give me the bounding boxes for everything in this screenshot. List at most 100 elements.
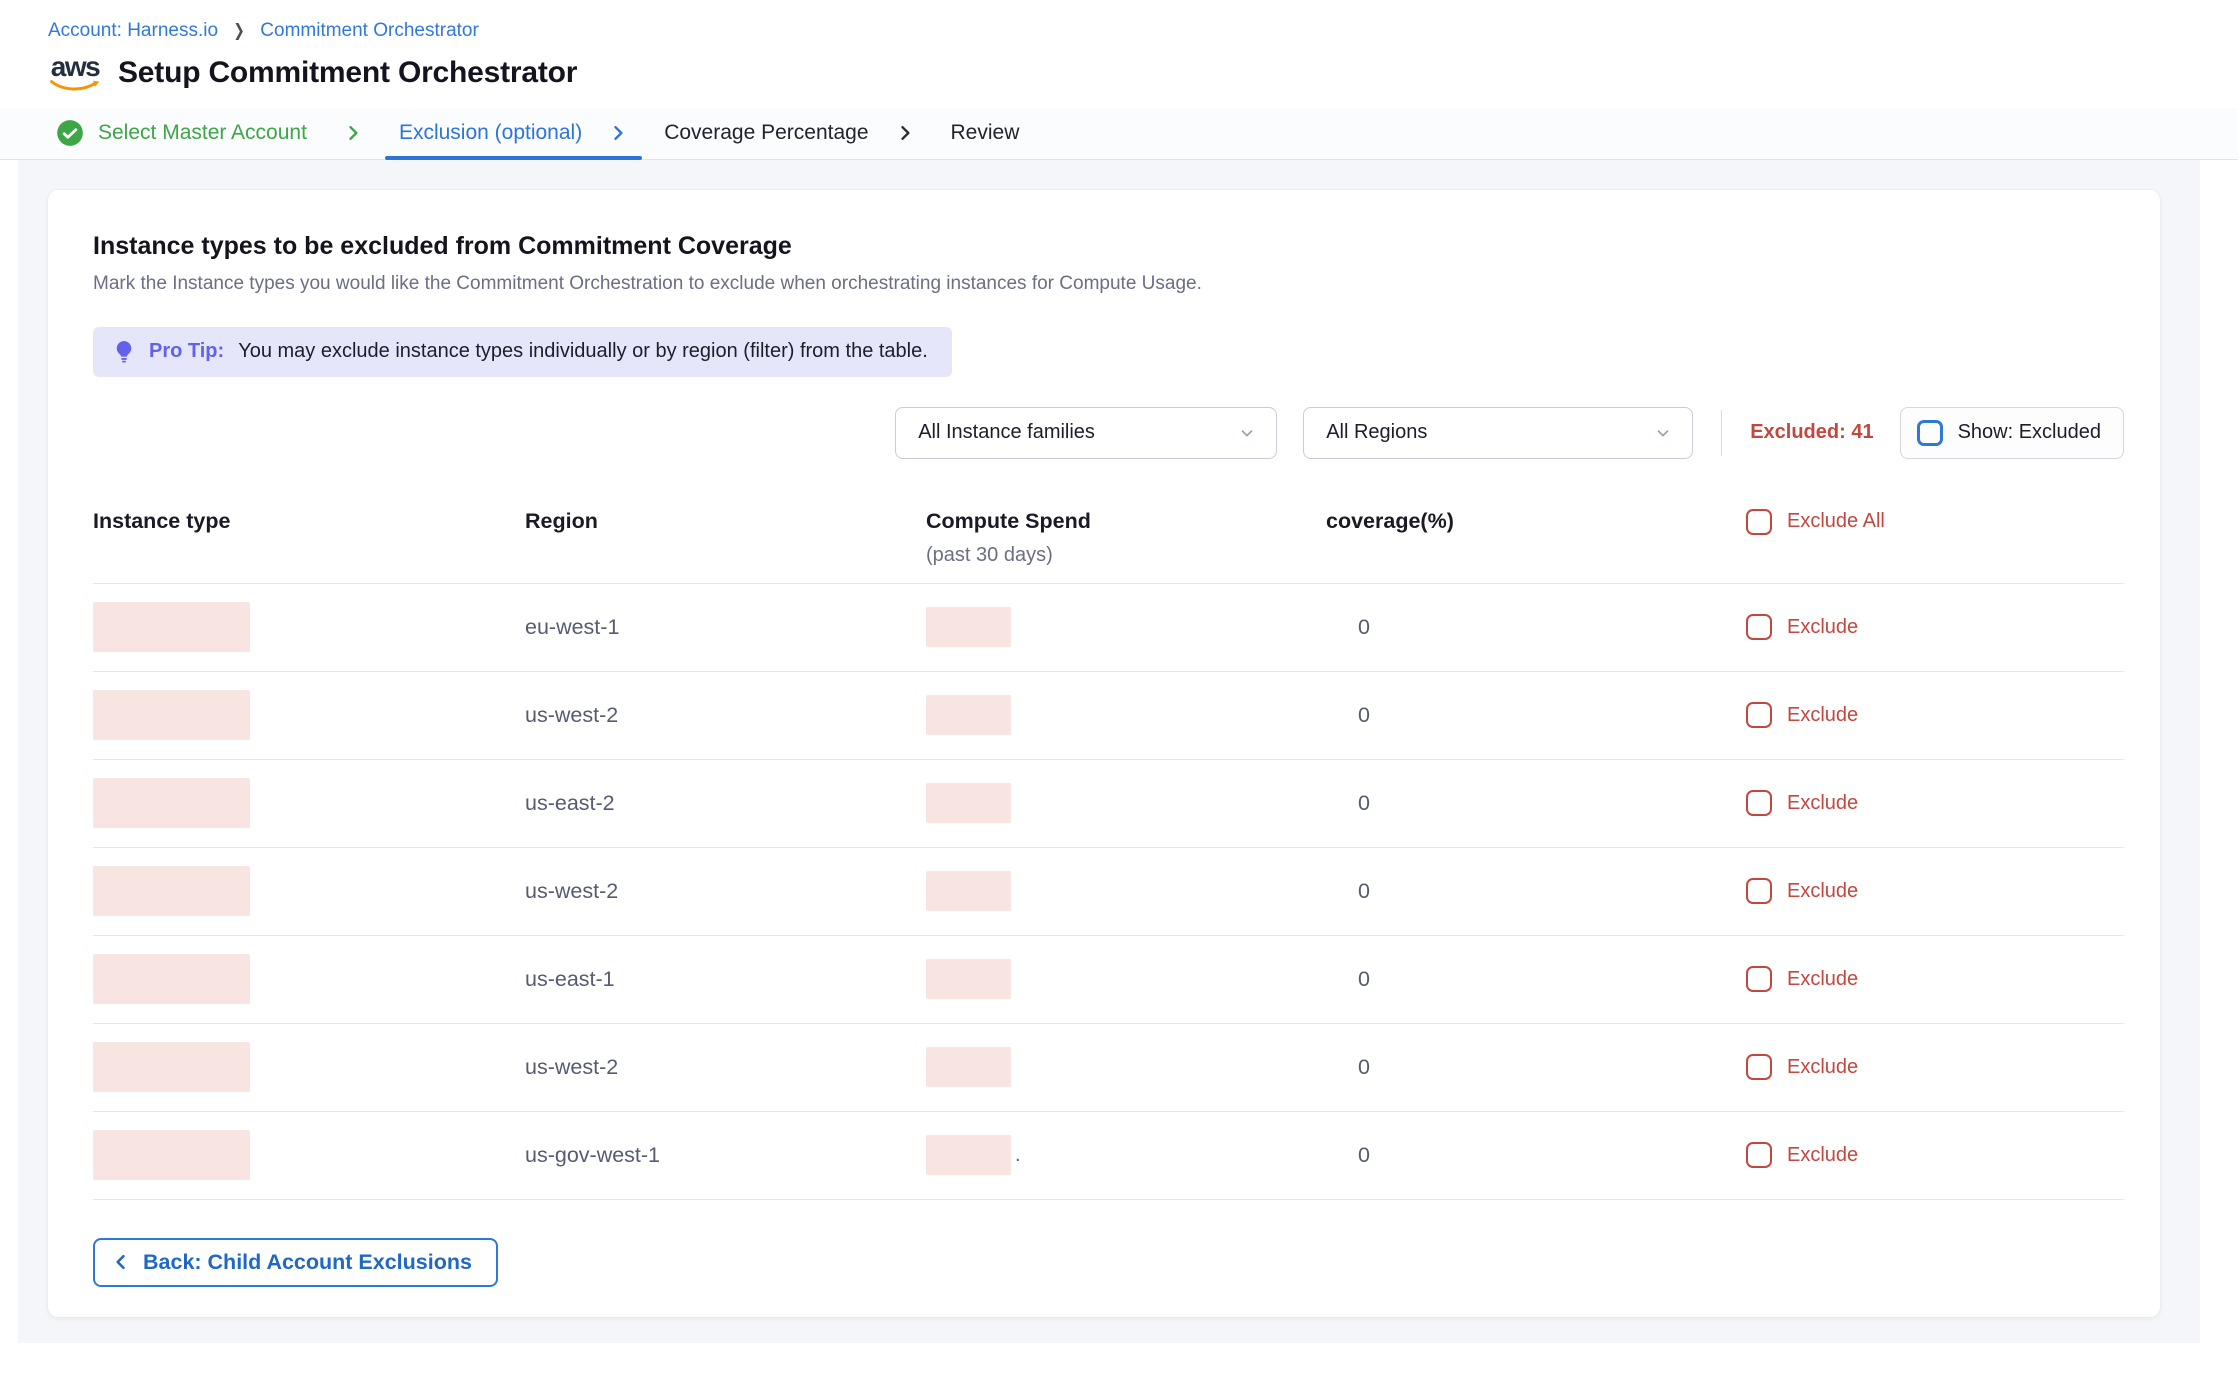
coverage-value: 0 xyxy=(1326,1055,1746,1080)
chevron-right-icon xyxy=(343,123,363,143)
exclude-checkbox[interactable] xyxy=(1746,1142,1772,1168)
exclude-checkbox[interactable] xyxy=(1746,702,1772,728)
redacted-instance-type xyxy=(93,778,250,828)
region-value: us-west-2 xyxy=(513,1055,926,1080)
region-value: us-west-2 xyxy=(513,703,926,728)
redacted-instance-type xyxy=(93,866,250,916)
region-value: us-east-1 xyxy=(513,967,926,992)
exclude-label[interactable]: Exclude xyxy=(1787,704,1858,727)
region-select[interactable]: All Regions xyxy=(1303,407,1693,459)
region-value: eu-west-1 xyxy=(513,615,926,640)
excluded-count-badge: Excluded: 41 xyxy=(1750,421,1873,444)
redacted-instance-type xyxy=(93,1042,250,1092)
redacted-compute-spend xyxy=(926,959,1011,999)
region-value: us-west-2 xyxy=(513,879,926,904)
instance-family-select[interactable]: All Instance families xyxy=(895,407,1277,459)
region-select-value: All Regions xyxy=(1326,421,1427,444)
table-row: us-gov-west-1 . 0 Exclude xyxy=(93,1112,2124,1200)
step-review[interactable]: Review xyxy=(933,108,1038,159)
exclude-all-checkbox[interactable] xyxy=(1746,509,1772,535)
exclude-checkbox[interactable] xyxy=(1746,878,1772,904)
exclude-label[interactable]: Exclude xyxy=(1787,968,1858,991)
exclude-all-label[interactable]: Exclude All xyxy=(1787,510,1885,533)
coverage-value: 0 xyxy=(1326,615,1746,640)
chevron-right-icon xyxy=(895,123,915,143)
chevron-left-icon xyxy=(111,1252,131,1272)
exclude-checkbox[interactable] xyxy=(1746,1054,1772,1080)
coverage-value: 0 xyxy=(1326,879,1746,904)
aws-logo-text: aws xyxy=(51,55,99,79)
spend-note: . xyxy=(1015,1144,1021,1167)
show-excluded-label: Show: Excluded xyxy=(1958,421,2101,444)
back-button-label: Back: Child Account Exclusions xyxy=(143,1250,472,1275)
filter-divider xyxy=(1721,410,1722,456)
col-header-compute-spend-sub: (past 30 days) xyxy=(926,544,1326,567)
col-header-compute-spend: Compute Spend xyxy=(926,509,1326,534)
chevron-down-icon xyxy=(1238,424,1256,442)
content-area: Instance types to be excluded from Commi… xyxy=(18,160,2200,1343)
breadcrumb: Account: Harness.io ❯ Commitment Orchest… xyxy=(48,20,2190,42)
coverage-value: 0 xyxy=(1326,967,1746,992)
col-header-exclude-all: Exclude All xyxy=(1746,509,2124,535)
col-header-region: Region xyxy=(513,509,926,534)
step-label: Select Master Account xyxy=(98,121,307,145)
exclude-label[interactable]: Exclude xyxy=(1787,1144,1858,1167)
redacted-compute-spend xyxy=(926,695,1011,735)
back-button[interactable]: Back: Child Account Exclusions xyxy=(93,1238,498,1287)
aws-smile-icon xyxy=(49,79,101,92)
aws-logo-icon: aws xyxy=(48,55,102,92)
card-subheading: Mark the Instance types you would like t… xyxy=(93,273,2124,295)
redacted-compute-spend xyxy=(926,607,1011,647)
setup-stepper: Select Master Account Exclusion (optiona… xyxy=(0,108,2238,160)
exclude-checkbox[interactable] xyxy=(1746,790,1772,816)
redacted-compute-spend xyxy=(926,871,1011,911)
chevron-down-icon xyxy=(1654,424,1672,442)
region-value: us-east-2 xyxy=(513,791,926,816)
show-excluded-checkbox[interactable] xyxy=(1917,420,1943,446)
show-excluded-toggle[interactable]: Show: Excluded xyxy=(1900,407,2124,459)
step-label: Exclusion (optional) xyxy=(399,121,582,145)
step-label: Coverage Percentage xyxy=(664,121,868,145)
table-row: us-west-2 0 Exclude xyxy=(93,848,2124,936)
table-row: us-east-2 0 Exclude xyxy=(93,760,2124,848)
coverage-value: 0 xyxy=(1326,703,1746,728)
col-header-instance-type: Instance type xyxy=(93,509,513,534)
exclude-checkbox[interactable] xyxy=(1746,614,1772,640)
step-exclusion[interactable]: Exclusion (optional) xyxy=(381,108,646,159)
chevron-right-icon xyxy=(608,123,628,143)
table-row: us-west-2 0 Exclude xyxy=(93,1024,2124,1112)
redacted-instance-type xyxy=(93,1130,250,1180)
redacted-compute-spend xyxy=(926,1135,1011,1175)
page-header: Account: Harness.io ❯ Commitment Orchest… xyxy=(0,0,2238,108)
exclude-label[interactable]: Exclude xyxy=(1787,1056,1858,1079)
exclusion-card: Instance types to be excluded from Commi… xyxy=(48,190,2160,1317)
table-row: us-west-2 0 Exclude xyxy=(93,672,2124,760)
table-row: us-east-1 0 Exclude xyxy=(93,936,2124,1024)
coverage-value: 0 xyxy=(1326,1143,1746,1168)
step-select-master-account[interactable]: Select Master Account xyxy=(48,108,381,159)
redacted-instance-type xyxy=(93,954,250,1004)
exclude-checkbox[interactable] xyxy=(1746,966,1772,992)
redacted-instance-type xyxy=(93,602,250,652)
step-coverage-percentage[interactable]: Coverage Percentage xyxy=(646,108,932,159)
table-header-row: Instance type Region Compute Spend (past… xyxy=(93,509,2124,584)
card-heading: Instance types to be excluded from Commi… xyxy=(93,232,2124,261)
breadcrumb-commitment-orchestrator-link[interactable]: Commitment Orchestrator xyxy=(260,20,479,42)
check-circle-icon xyxy=(56,119,84,147)
pro-tip-banner: Pro Tip: You may exclude instance types … xyxy=(93,327,952,377)
exclude-label[interactable]: Exclude xyxy=(1787,616,1858,639)
region-value: us-gov-west-1 xyxy=(513,1143,926,1168)
breadcrumb-separator-icon: ❯ xyxy=(233,21,244,41)
exclusion-table: Instance type Region Compute Spend (past… xyxy=(93,509,2124,1200)
coverage-value: 0 xyxy=(1326,791,1746,816)
col-header-coverage: coverage(%) xyxy=(1326,509,1746,534)
table-row: eu-west-1 0 Exclude xyxy=(93,584,2124,672)
lightbulb-icon xyxy=(113,340,135,364)
exclude-label[interactable]: Exclude xyxy=(1787,880,1858,903)
instance-family-select-value: All Instance families xyxy=(918,421,1095,444)
pro-tip-label: Pro Tip: xyxy=(149,340,224,363)
commitment-orchestrator-page: Account: Harness.io ❯ Commitment Orchest… xyxy=(0,0,2238,1343)
breadcrumb-account-link[interactable]: Account: Harness.io xyxy=(48,20,218,42)
exclude-label[interactable]: Exclude xyxy=(1787,792,1858,815)
filter-row: All Instance families All Regions Exclud… xyxy=(93,407,2124,459)
